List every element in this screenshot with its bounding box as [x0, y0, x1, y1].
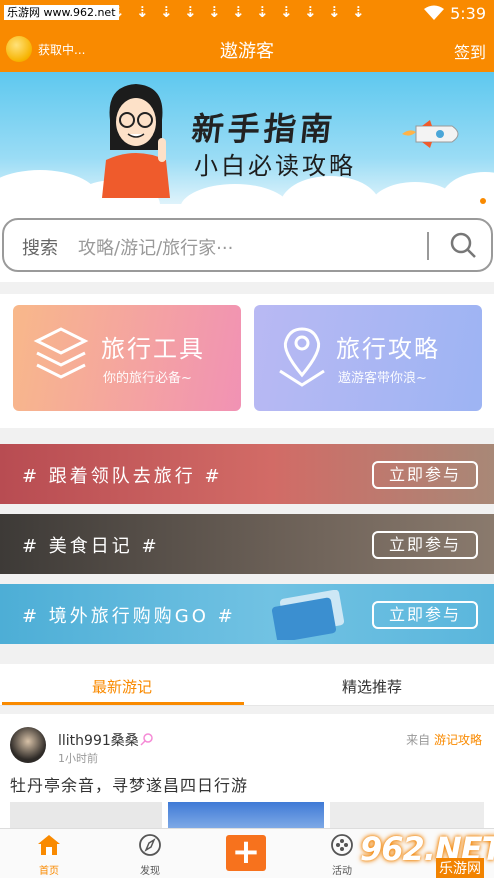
activity-title: # 跟着领队去旅行 #: [22, 466, 223, 487]
card-subtitle: 你的旅行必备~: [103, 371, 192, 386]
download-notification-icon: ⇣: [184, 3, 197, 21]
cartoon-girl-icon: [102, 84, 170, 198]
sign-in-button[interactable]: 签到: [454, 39, 486, 63]
activity-banner-overseas-shopping[interactable]: # 境外旅行购购GO # 立即参与: [0, 584, 494, 644]
feature-cards: 旅行工具 你的旅行必备~ 旅行攻略 遨游客带你浪~: [0, 294, 494, 428]
search-icon[interactable]: [449, 231, 477, 259]
download-notification-icon: ⇣: [256, 3, 269, 21]
travel-guide-card[interactable]: 旅行攻略 遨游客带你浪~: [254, 305, 482, 411]
nav-discover[interactable]: 发现: [120, 833, 180, 877]
activity-banner-leader-travel[interactable]: # 跟着领队去旅行 # 立即参与: [0, 444, 494, 504]
post-thumbnail[interactable]: [330, 802, 484, 828]
tab-latest[interactable]: 最新游记: [92, 676, 152, 697]
card-subtitle: 遨游客带你浪~: [338, 371, 427, 386]
status-bar: 乐游网 www.962.net ⇣ ⇣ ⇣ ⇣ ⇣ ⇣ ⇣ ⇣ ⇣ ⇣ ⇣ 5:…: [0, 0, 494, 26]
download-notification-icon: ⇣: [208, 3, 221, 21]
download-notification-icon: ⇣: [304, 3, 317, 21]
post-source-link[interactable]: 游记攻略: [434, 733, 482, 747]
map-pin-icon: [279, 327, 325, 387]
post-source: 来自 游记攻略: [406, 731, 482, 748]
download-notification-icon: ⇣: [112, 3, 125, 21]
compass-icon: [139, 834, 161, 856]
home-icon: [38, 835, 60, 855]
download-notification-icon: ⇣: [280, 3, 293, 21]
join-button[interactable]: 立即参与: [372, 461, 478, 489]
carousel-dots[interactable]: [466, 189, 486, 204]
add-post-button[interactable]: +: [226, 835, 266, 871]
avatar[interactable]: [10, 727, 46, 763]
watermark-label: 乐游网 www.962.net: [4, 5, 119, 20]
post-username[interactable]: llith991桑桑: [58, 730, 139, 750]
rocket-icon: [402, 120, 459, 148]
feed-tabs: 最新游记 精选推荐: [0, 664, 494, 706]
join-button[interactable]: 立即参与: [372, 601, 478, 629]
search-section: 搜索 攻略/游记/旅行家···: [0, 204, 494, 282]
app-header: 获取中... 遨游客 签到: [0, 26, 494, 72]
activity-banner-food-diary[interactable]: # 美食日记 # 立即参与: [0, 514, 494, 574]
activity-title: # 境外旅行购购GO #: [22, 606, 236, 627]
post-title[interactable]: 牡丹亭余音，寻梦遂昌四日行游: [10, 772, 248, 796]
banner-subline: 小白必读攻略: [194, 152, 356, 180]
banner-headline: 新手指南: [189, 110, 338, 148]
active-tab-indicator: [2, 702, 244, 705]
gamepad-icon: [331, 834, 353, 856]
post-time: 1小时前: [58, 752, 98, 765]
female-gender-icon: [140, 733, 153, 746]
nav-home-label: 首页: [39, 866, 59, 877]
post-thumbnail[interactable]: [10, 802, 162, 828]
activity-title: # 美食日记 #: [22, 536, 160, 557]
search-divider: [427, 232, 429, 260]
clock: 5:39: [450, 4, 486, 23]
search-input[interactable]: 搜索 攻略/游记/旅行家···: [2, 218, 493, 272]
nav-discover-label: 发现: [140, 866, 160, 877]
nav-home[interactable]: 首页: [19, 833, 79, 877]
stack-layers-icon: [33, 327, 89, 379]
travel-tools-card[interactable]: 旅行工具 你的旅行必备~: [13, 305, 241, 411]
download-notification-icon: ⇣: [160, 3, 173, 21]
guide-banner[interactable]: 新手指南 小白必读攻略: [0, 72, 494, 204]
download-notification-icon: ⇣: [232, 3, 245, 21]
wifi-icon: [424, 5, 444, 20]
site-watermark-label: 乐游网: [436, 858, 484, 878]
card-title: 旅行工具: [101, 335, 205, 363]
join-button[interactable]: 立即参与: [372, 531, 478, 559]
page-title: 遨游客: [220, 41, 274, 62]
search-label: 搜索: [22, 238, 58, 259]
download-notification-icon: ⇣: [136, 3, 149, 21]
tab-featured[interactable]: 精选推荐: [342, 676, 402, 697]
list-item[interactable]: llith991桑桑 1小时前 来自 游记攻略 牡丹亭余音，寻梦遂昌四日行游: [0, 714, 494, 828]
credit-card-icon: [271, 590, 345, 640]
download-notification-icon: ⇣: [328, 3, 341, 21]
post-thumbnail[interactable]: [168, 802, 324, 828]
card-title: 旅行攻略: [336, 335, 440, 363]
download-notification-icon: ⇣: [352, 3, 365, 21]
post-source-prefix: 来自: [406, 733, 431, 747]
search-placeholder: 攻略/游记/旅行家···: [78, 238, 234, 259]
